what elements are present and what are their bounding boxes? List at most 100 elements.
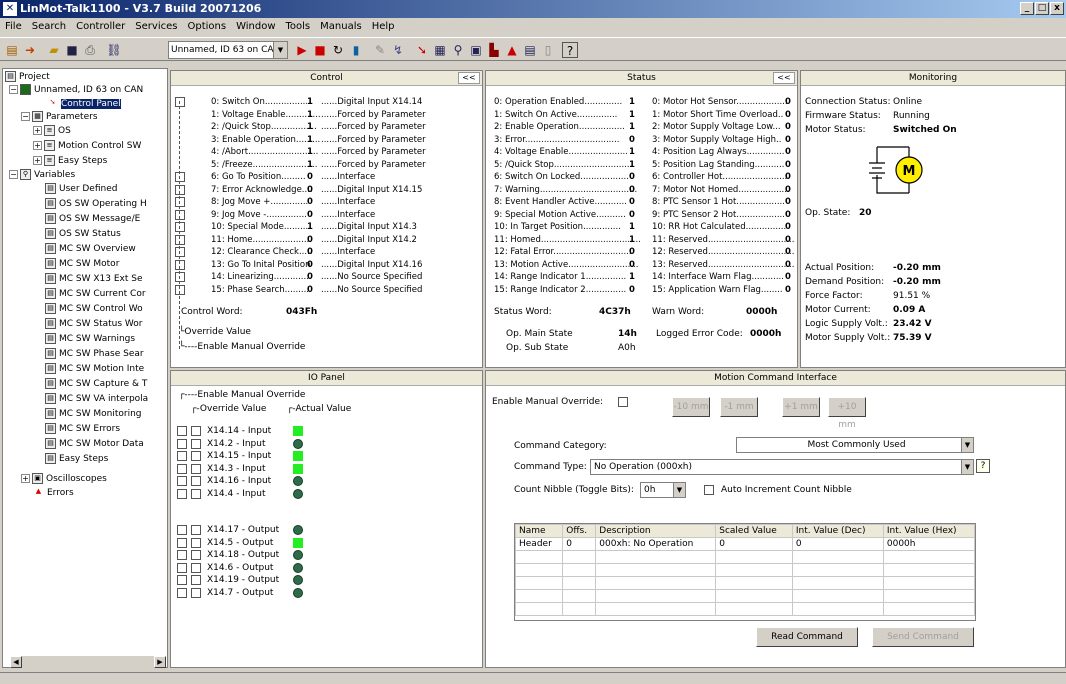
help-icon[interactable]: ? — [976, 459, 990, 473]
print-icon[interactable]: ⎙ — [82, 42, 98, 58]
collapse-icon[interactable]: − — [9, 85, 18, 94]
tree-item-project[interactable]: ▤ Project — [5, 71, 50, 84]
collapse-status-button[interactable]: << — [773, 72, 795, 84]
tree-item-variable[interactable]: ▤ MC SW Capture & T — [45, 378, 147, 391]
io-override-value-checkbox[interactable] — [191, 587, 201, 598]
collapse-icon[interactable]: − — [9, 170, 18, 179]
tree-item-variable[interactable]: ▤ User Defined — [45, 183, 117, 196]
menu-controller[interactable]: Controller — [71, 21, 130, 32]
table-column-header[interactable]: Int. Value (Dec) — [791, 524, 884, 538]
override-checkbox[interactable] — [175, 209, 185, 220]
variables-icon[interactable]: ▦ — [432, 42, 448, 58]
minimize-button[interactable]: _ — [1020, 2, 1034, 15]
reset-icon[interactable]: ↻ — [330, 42, 346, 58]
menu-window[interactable]: Window — [231, 21, 280, 32]
oscilloscope-icon[interactable]: ▣ — [468, 42, 484, 58]
wand-icon[interactable]: ✎ — [372, 42, 388, 58]
command-type-select[interactable]: No Operation (000xh) ▼ — [590, 459, 974, 475]
maximize-button[interactable]: □ — [1035, 2, 1049, 15]
mci-manual-override-checkbox[interactable] — [618, 397, 628, 407]
table-column-header[interactable]: Offs. — [562, 524, 597, 538]
io-enable-override-checkbox[interactable] — [177, 537, 187, 548]
tree-item-variables[interactable]: − ⚲ Variables — [9, 169, 75, 182]
table-cell[interactable]: 0 — [715, 537, 793, 551]
tree-item-variable[interactable]: ▤ MC SW Motion Inte — [45, 363, 144, 376]
io-override-value-checkbox[interactable] — [191, 562, 201, 573]
play-icon[interactable]: ▶ — [294, 42, 310, 58]
tree-item-variable[interactable]: ▤ MC SW Current Cor — [45, 288, 146, 301]
network-icon[interactable]: ⛓ — [106, 42, 122, 58]
override-checkbox[interactable] — [175, 284, 185, 295]
override-checkbox[interactable] — [175, 172, 185, 182]
collapse-control-button[interactable]: << — [458, 72, 480, 84]
window-icon[interactable]: ▯ — [540, 42, 556, 58]
expand-icon[interactable]: + — [21, 474, 30, 483]
table-icon[interactable]: ▤ — [522, 42, 538, 58]
io-enable-override-checkbox[interactable] — [177, 562, 187, 573]
menu-manuals[interactable]: Manuals — [315, 21, 367, 32]
tree-item-variable[interactable]: ▤ MC SW Monitoring — [45, 408, 142, 421]
tree-item-motion-control-sw[interactable]: + ≡ Motion Control SW — [33, 140, 141, 153]
new-project-icon[interactable]: ▤ — [4, 42, 20, 58]
override-checkbox[interactable] — [175, 197, 185, 207]
io-enable-override-checkbox[interactable] — [177, 587, 187, 598]
table-column-header[interactable]: Name — [515, 524, 564, 538]
tree-item-easy-steps[interactable]: + ≡ Easy Steps — [33, 155, 107, 168]
io-enable-override-checkbox[interactable] — [177, 476, 187, 486]
read-command-button[interactable]: Read Command — [756, 627, 858, 647]
override-checkbox[interactable] — [175, 234, 185, 245]
collapse-icon[interactable]: − — [21, 112, 30, 121]
menu-options[interactable]: Options — [182, 21, 231, 32]
tree-item-variable[interactable]: ▤ MC SW Overview — [45, 243, 136, 256]
table-cell[interactable]: 0 — [562, 537, 597, 551]
table-column-header[interactable]: Description — [595, 524, 717, 538]
tree-item-variable[interactable]: ▤ MC SW Errors — [45, 423, 120, 436]
tree-item-variable[interactable]: ▤ MC SW VA interpola — [45, 393, 148, 406]
tree-item-variable[interactable]: ▤ OS SW Message/E — [45, 213, 140, 226]
expand-icon[interactable]: + — [33, 156, 42, 165]
scroll-left-icon[interactable]: ◀ — [10, 656, 22, 668]
override-checkbox[interactable] — [175, 259, 185, 270]
table-cell[interactable]: 0000h — [882, 537, 975, 551]
jog-minus-1-button[interactable]: -1 mm — [720, 397, 758, 417]
tree-item-variable[interactable]: ▤ MC SW Warnings — [45, 333, 135, 346]
io-override-value-checkbox[interactable] — [191, 488, 201, 499]
jog-plus-10-button[interactable]: +10 mm — [828, 397, 866, 430]
override-checkbox[interactable] — [175, 97, 185, 107]
override-checkbox[interactable] — [175, 184, 185, 195]
expand-icon[interactable]: + — [33, 126, 42, 135]
io-enable-override-checkbox[interactable] — [177, 463, 187, 474]
jog-minus-10-button[interactable]: -10 mm — [672, 397, 710, 417]
menu-help[interactable]: Help — [367, 21, 400, 32]
tree-item-variable[interactable]: ▤ Easy Steps — [45, 453, 108, 466]
io-enable-override-checkbox[interactable] — [177, 451, 187, 461]
table-column-header[interactable]: Int. Value (Hex) — [882, 524, 975, 538]
tree-item-variable[interactable]: ▤ OS SW Status — [45, 228, 121, 241]
table-row[interactable]: Header 0 000xh: No Operation 0 0 0000h — [515, 537, 975, 551]
table-cell[interactable]: 000xh: No Operation — [595, 537, 717, 551]
auto-increment-checkbox[interactable] — [704, 485, 714, 495]
tree-item-oscilloscopes[interactable]: + ▣ Oscilloscopes — [21, 473, 107, 486]
tree-item-errors[interactable]: ▲ Errors — [33, 487, 74, 500]
io-override-value-checkbox[interactable] — [191, 426, 201, 436]
io-override-value-checkbox[interactable] — [191, 438, 201, 449]
save-icon[interactable]: ■ — [64, 42, 80, 58]
tree-item-variable[interactable]: ▤ MC SW Phase Sear — [45, 348, 144, 361]
override-checkbox[interactable] — [175, 272, 185, 282]
table-cell[interactable]: 0 — [791, 537, 884, 551]
io-enable-override-checkbox[interactable] — [177, 550, 187, 560]
search-icon[interactable]: ⚲ — [450, 42, 466, 58]
menu-file[interactable]: File — [0, 21, 27, 32]
tree-item-variable[interactable]: ▤ MC SW Status Wor — [45, 318, 143, 331]
table-column-header[interactable]: Scaled Value — [715, 524, 793, 538]
io-override-value-checkbox[interactable] — [191, 463, 201, 474]
tree-item-control-panel[interactable]: ➘ Control Panel — [47, 98, 121, 111]
io-override-value-checkbox[interactable] — [191, 476, 201, 486]
tree-item-variable[interactable]: ▤ MC SW Motor — [45, 258, 119, 271]
override-checkbox[interactable] — [175, 222, 185, 232]
tree-horizontal-scrollbar[interactable]: ◀ ▶ — [10, 655, 166, 668]
io-override-value-checkbox[interactable] — [191, 525, 201, 535]
menu-search[interactable]: Search — [27, 21, 71, 32]
io-enable-override-checkbox[interactable] — [177, 525, 187, 535]
count-nibble-select[interactable]: 0h ▼ — [640, 482, 686, 498]
